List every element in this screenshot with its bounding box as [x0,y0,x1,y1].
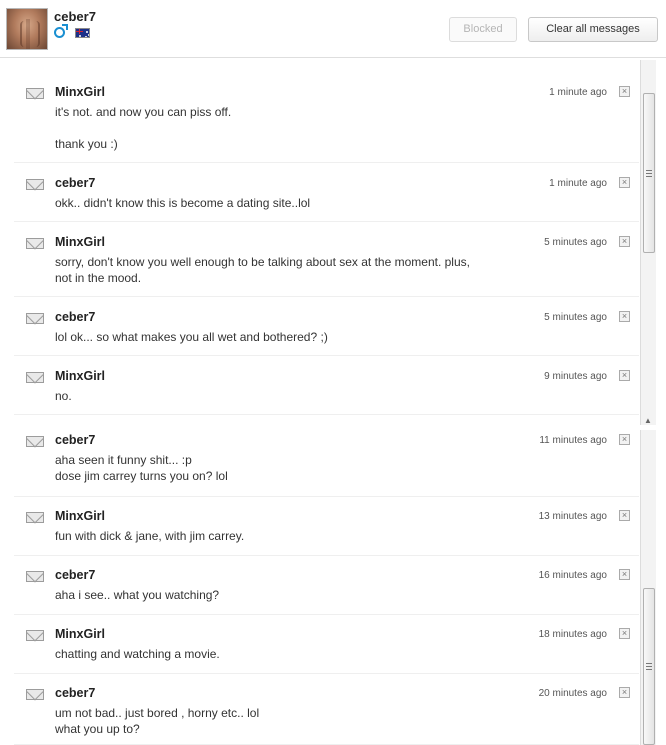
envelope-icon [26,238,44,249]
message-text: lol ok... so what makes you all wet and … [55,330,328,344]
message-time: 1 minute ago [549,87,607,98]
blocked-button[interactable]: Blocked [449,17,517,42]
message-item: MinxGirl 1 minute ago × it's not. and no… [14,73,639,163]
message-text: aha seen it funny shit... :p dose jim ca… [55,453,228,483]
scrollbar-thumb[interactable] [643,588,655,745]
envelope-icon [26,571,44,582]
message-time: 16 minutes ago [538,570,607,581]
scroll-up-arrow-icon[interactable]: ▲ [643,417,653,425]
close-icon[interactable]: × [619,311,630,322]
message-time: 1 minute ago [549,178,607,189]
message-sender[interactable]: MinxGirl [55,369,105,383]
message-text: it's not. and now you can piss off. than… [55,105,232,151]
message-time: 9 minutes ago [544,371,607,382]
envelope-icon [26,630,44,641]
message-time: 11 minutes ago [539,435,607,446]
envelope-icon [26,372,44,383]
close-icon[interactable]: × [619,687,630,698]
clear-all-messages-button[interactable]: Clear all messages [528,17,658,42]
scrollbar-thumb[interactable] [643,93,655,253]
envelope-icon [26,179,44,190]
message-sender[interactable]: MinxGirl [55,235,105,249]
close-icon[interactable]: × [619,236,630,247]
close-icon[interactable]: × [619,510,630,521]
message-time: 20 minutes ago [538,688,607,699]
message-sender[interactable]: ceber7 [55,176,95,190]
message-text: sorry, don't know you well enough to be … [55,255,470,285]
message-item: ceber7 16 minutes ago × aha i see.. what… [14,557,639,615]
message-item: ceber7 1 minute ago × okk.. didn't know … [14,164,639,222]
message-text: fun with dick & jane, with jim carrey. [55,529,245,543]
message-text: no. [55,389,72,403]
conversation-header: ceber7 Blocked Clear all messages [0,0,666,58]
close-icon[interactable]: × [619,370,630,381]
close-icon[interactable]: × [619,86,630,97]
message-text: okk.. didn't know this is become a datin… [55,196,311,210]
message-item: ceber7 20 minutes ago × um not bad.. jus… [14,675,639,745]
message-sender[interactable]: ceber7 [55,310,95,324]
message-item: MinxGirl 18 minutes ago × chatting and w… [14,616,639,674]
message-time: 5 minutes ago [544,312,607,323]
message-item: MinxGirl 5 minutes ago × sorry, don't kn… [14,223,639,297]
message-sender[interactable]: MinxGirl [55,627,105,641]
message-item: ceber7 11 minutes ago × aha seen it funn… [14,423,639,497]
message-text: chatting and watching a movie. [55,647,220,661]
envelope-icon [26,689,44,700]
message-item: MinxGirl 13 minutes ago × fun with dick … [14,498,639,556]
message-time: 13 minutes ago [538,511,607,522]
scrollbar-lower[interactable] [640,430,656,745]
message-sender[interactable]: ceber7 [55,686,95,700]
male-icon [54,24,68,38]
message-sender[interactable]: ceber7 [55,433,95,447]
message-sender[interactable]: MinxGirl [55,85,105,99]
avatar[interactable] [6,8,48,50]
message-time: 18 minutes ago [538,629,607,640]
message-thread: MinxGirl 1 minute ago × it's not. and no… [14,73,639,745]
message-item: ceber7 5 minutes ago × lol ok... so what… [14,298,639,356]
close-icon[interactable]: × [619,177,630,188]
scrollbar-upper[interactable]: ▲ [640,60,656,425]
close-icon[interactable]: × [619,569,630,580]
message-item: MinxGirl 9 minutes ago × no. [14,357,639,415]
envelope-icon [26,313,44,324]
envelope-icon [26,436,44,447]
conversation-username[interactable]: ceber7 [54,9,96,24]
message-sender[interactable]: MinxGirl [55,509,105,523]
message-sender[interactable]: ceber7 [55,568,95,582]
envelope-icon [26,512,44,523]
message-text: aha i see.. what you watching? [55,588,220,602]
envelope-icon [26,88,44,99]
close-icon[interactable]: × [619,434,630,445]
message-text: um not bad.. just bored , horny etc.. lo… [55,706,260,736]
message-time: 5 minutes ago [544,237,607,248]
australia-flag-icon [75,28,90,38]
close-icon[interactable]: × [619,628,630,639]
